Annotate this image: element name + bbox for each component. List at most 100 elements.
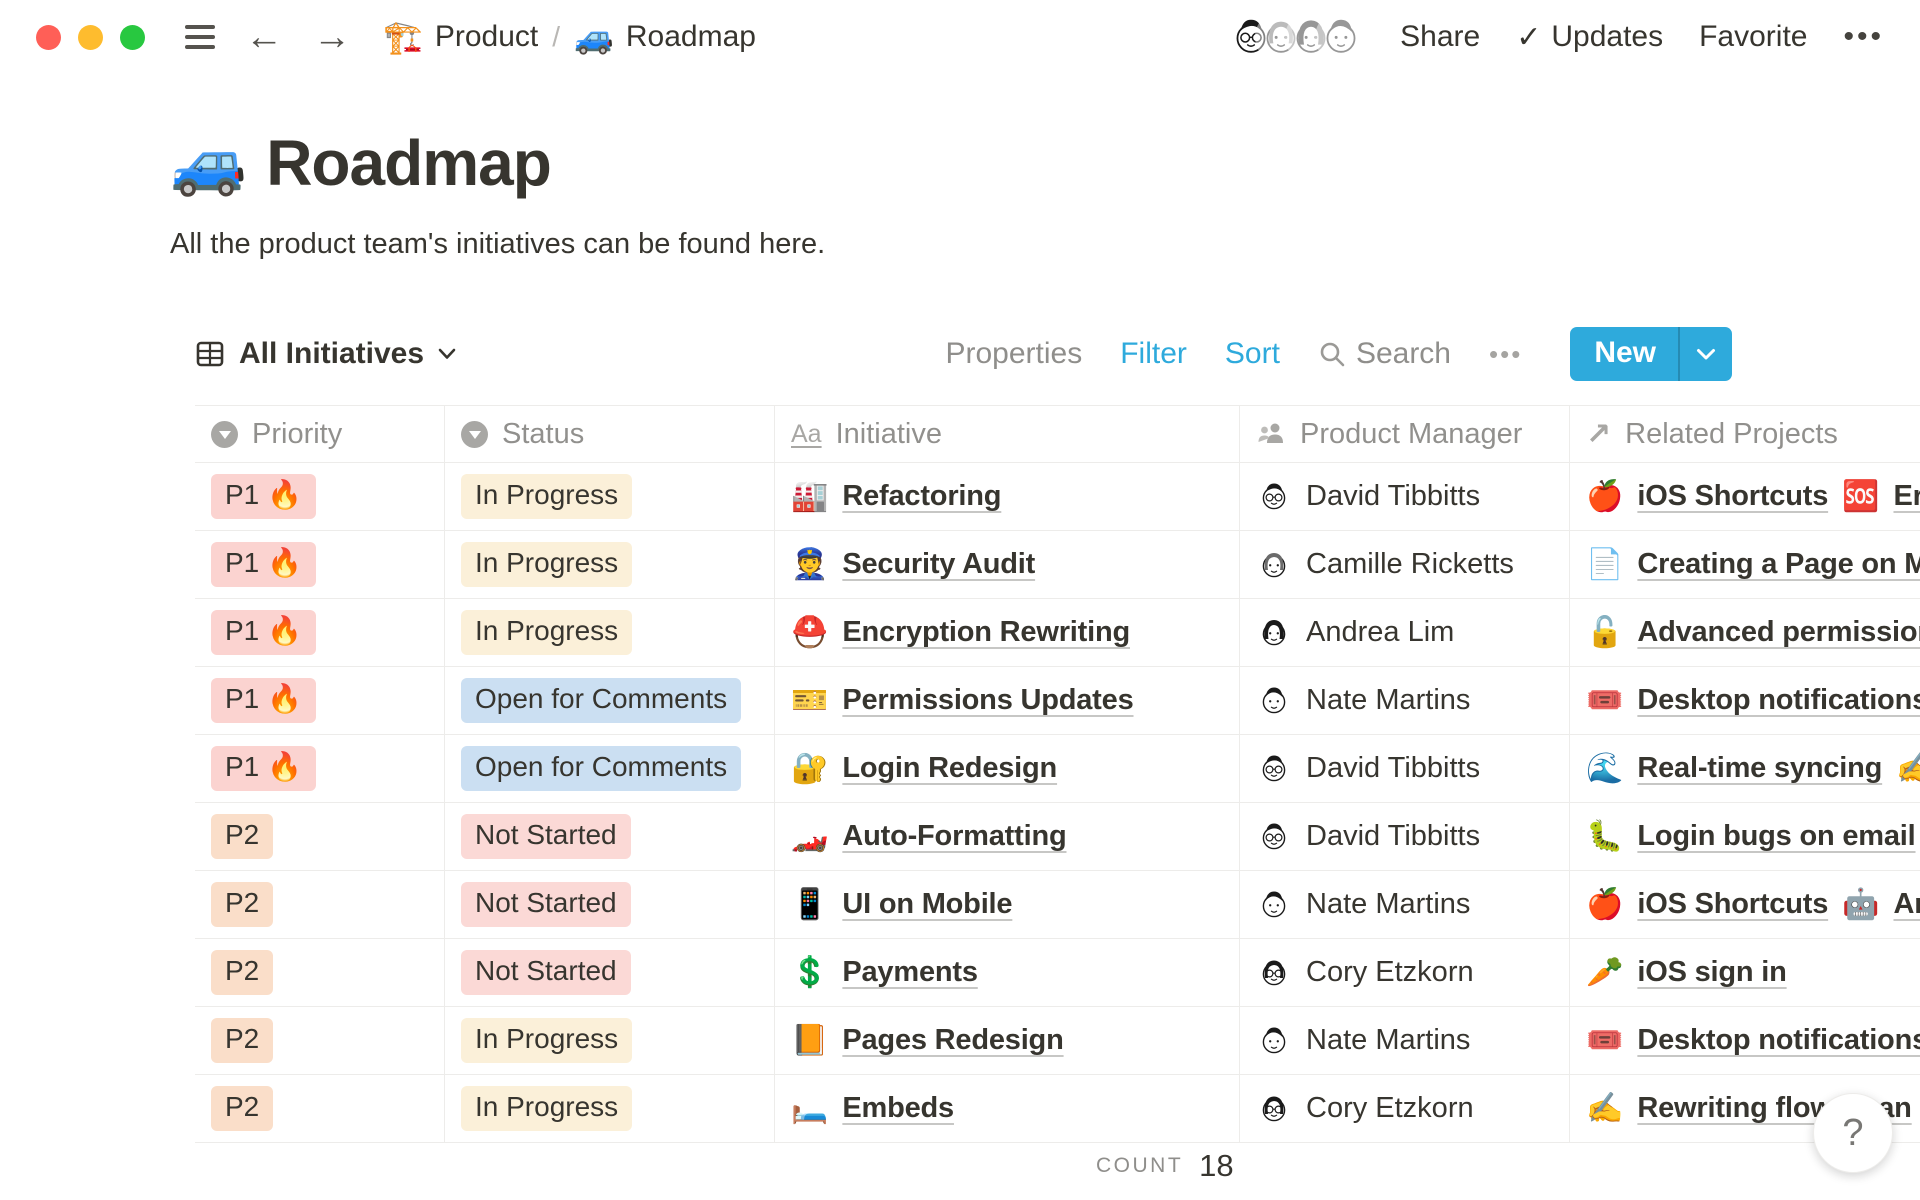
initiative-page-link[interactable]: 💲Payments: [791, 955, 978, 990]
priority-badge[interactable]: P1 🔥: [211, 542, 316, 586]
breadcrumb-item-roadmap[interactable]: 🚙 Roadmap: [574, 18, 756, 56]
table-row[interactable]: P2Not Started🏎️Auto-FormattingDavid Tibb…: [195, 803, 1920, 871]
table-row[interactable]: P1 🔥In Progress⛑️Encryption RewritingAnd…: [195, 599, 1920, 667]
priority-badge[interactable]: P1 🔥: [211, 746, 316, 790]
status-badge[interactable]: Open for Comments: [461, 678, 741, 722]
status-cell[interactable]: Not Started: [445, 871, 775, 938]
related-page-link[interactable]: 🔓Advanced permissions: [1586, 615, 1920, 650]
status-cell[interactable]: Not Started: [445, 939, 775, 1006]
product-manager-cell[interactable]: Camille Ricketts: [1240, 531, 1570, 598]
product-manager-cell[interactable]: Nate Martins: [1240, 667, 1570, 734]
breadcrumb-item-product[interactable]: 🏗️ Product: [383, 18, 538, 56]
initiative-page-link[interactable]: 🏎️Auto-Formatting: [791, 819, 1066, 854]
status-cell[interactable]: Not Started: [445, 803, 775, 870]
related-page-link[interactable]: 🎟️Desktop notifications: [1586, 683, 1920, 718]
initiative-cell[interactable]: 💲Payments: [775, 939, 1240, 1006]
status-badge[interactable]: Not Started: [461, 882, 631, 926]
status-badge[interactable]: In Progress: [461, 542, 632, 586]
person-chip[interactable]: David Tibbitts: [1256, 819, 1480, 855]
person-chip[interactable]: David Tibbitts: [1256, 751, 1480, 787]
filter-button[interactable]: Filter: [1120, 337, 1187, 371]
priority-cell[interactable]: P2: [195, 939, 445, 1006]
status-badge[interactable]: Not Started: [461, 814, 631, 858]
initiative-page-link[interactable]: 🛏️Embeds: [791, 1091, 954, 1126]
related-projects-cell[interactable]: 🔓Advanced permissions: [1570, 599, 1920, 666]
status-badge[interactable]: In Progress: [461, 1086, 632, 1130]
priority-badge[interactable]: P2: [211, 882, 273, 926]
product-manager-cell[interactable]: David Tibbitts: [1240, 803, 1570, 870]
related-page-link[interactable]: ✍️: [1896, 751, 1920, 786]
product-manager-cell[interactable]: Cory Etzkorn: [1240, 939, 1570, 1006]
priority-cell[interactable]: P2: [195, 1075, 445, 1142]
related-projects-cell[interactable]: 📄Creating a Page on Mobile: [1570, 531, 1920, 598]
table-row[interactable]: P1 🔥 In Progress 👮Security Audit Camille Ri…: [195, 531, 1920, 599]
related-projects-cell[interactable]: 🐛Login bugs on email🆘: [1570, 803, 1920, 870]
initiative-page-link[interactable]: 🔐Login Redesign: [791, 751, 1057, 786]
priority-cell[interactable]: P1 🔥: [195, 531, 445, 598]
status-cell[interactable]: Open for Comments: [445, 667, 775, 734]
initiative-page-link[interactable]: 👮Security Audit: [791, 547, 1035, 582]
product-manager-cell[interactable]: Nate Martins: [1240, 871, 1570, 938]
status-badge[interactable]: In Progress: [461, 474, 632, 518]
status-badge[interactable]: In Progress: [461, 610, 632, 654]
page-title-text[interactable]: Roadmap: [266, 126, 551, 200]
initiative-page-link[interactable]: 📙Pages Redesign: [791, 1023, 1064, 1058]
column-header-initiative[interactable]: AaInitiative: [775, 406, 1240, 462]
back-icon[interactable]: ←: [245, 18, 283, 56]
column-header-related-projects[interactable]: ↗Related Projects: [1570, 406, 1920, 462]
help-button[interactable]: ?: [1813, 1093, 1893, 1173]
related-page-link[interactable]: 🥕iOS sign in: [1586, 955, 1787, 990]
column-header-priority[interactable]: Priority: [195, 406, 445, 462]
status-badge[interactable]: Not Started: [461, 950, 631, 994]
status-badge[interactable]: Open for Comments: [461, 746, 741, 790]
column-header-product-manager[interactable]: Product Manager: [1240, 406, 1570, 462]
priority-badge[interactable]: P1 🔥: [211, 610, 316, 654]
related-page-link[interactable]: 🍎iOS Shortcuts: [1586, 887, 1828, 922]
table-row[interactable]: P2 In Progress 🛏️Embeds Cory Etzkorn ✍️Rewri…: [195, 1075, 1920, 1143]
initiative-cell[interactable]: 📱UI on Mobile: [775, 871, 1240, 938]
priority-cell[interactable]: P2: [195, 1007, 445, 1074]
share-button[interactable]: Share: [1400, 20, 1480, 54]
collaborator-avatar[interactable]: [1318, 14, 1364, 60]
related-projects-cell[interactable]: 🍎iOS Shortcuts🤖Android: [1570, 871, 1920, 938]
status-badge[interactable]: In Progress: [461, 1018, 632, 1062]
initiative-page-link[interactable]: ⛑️Encryption Rewriting: [791, 615, 1130, 650]
initiative-cell[interactable]: 🛏️Embeds: [775, 1075, 1240, 1142]
zoom-window-button[interactable]: [120, 25, 145, 50]
person-chip[interactable]: Cory Etzkorn: [1256, 955, 1474, 991]
table-row[interactable]: P1 🔥 Open for Comments 🎫Permissions Update…: [195, 667, 1920, 735]
related-projects-cell[interactable]: 🎟️Desktop notifications: [1570, 667, 1920, 734]
status-cell[interactable]: In Progress: [445, 463, 775, 530]
more-options-icon[interactable]: •••: [1843, 20, 1884, 54]
related-projects-cell[interactable]: 🌊Real-time syncing✍️: [1570, 735, 1920, 802]
sort-button[interactable]: Sort: [1225, 337, 1280, 371]
priority-cell[interactable]: P1 🔥: [195, 667, 445, 734]
collaborator-avatars[interactable]: [1228, 14, 1364, 60]
related-page-link[interactable]: ✍️Rewriting flow: [1586, 1091, 1833, 1126]
table-row[interactable]: P1 🔥In Progress🏭RefactoringDavid Tibbitt…: [195, 463, 1920, 531]
new-button-dropdown[interactable]: [1680, 327, 1732, 381]
person-chip[interactable]: David Tibbitts: [1256, 479, 1480, 515]
status-cell[interactable]: In Progress: [445, 1075, 775, 1142]
properties-button[interactable]: Properties: [946, 337, 1083, 371]
product-manager-cell[interactable]: David Tibbitts: [1240, 463, 1570, 530]
status-cell[interactable]: In Progress: [445, 1007, 775, 1074]
priority-badge[interactable]: P2: [211, 950, 273, 994]
product-manager-cell[interactable]: Cory Etzkorn: [1240, 1075, 1570, 1142]
initiative-cell[interactable]: 🏎️Auto-Formatting: [775, 803, 1240, 870]
priority-badge[interactable]: P2: [211, 1018, 273, 1062]
table-row[interactable]: P1 🔥 Open for Comments 🔐Login Redesign Davi…: [195, 735, 1920, 803]
search-button[interactable]: Search: [1318, 337, 1451, 371]
minimize-window-button[interactable]: [78, 25, 103, 50]
initiative-cell[interactable]: 🎫Permissions Updates: [775, 667, 1240, 734]
priority-cell[interactable]: P1 🔥: [195, 599, 445, 666]
updates-button[interactable]: ✓ Updates: [1516, 20, 1663, 55]
priority-badge[interactable]: P1 🔥: [211, 678, 316, 722]
related-page-link[interactable]: 🐛Login bugs on email: [1586, 819, 1916, 854]
initiative-cell[interactable]: 📙Pages Redesign: [775, 1007, 1240, 1074]
page-description[interactable]: All the product team's initiatives can b…: [170, 228, 1920, 261]
initiative-cell[interactable]: ⛑️Encryption Rewriting: [775, 599, 1240, 666]
status-cell[interactable]: In Progress: [445, 531, 775, 598]
related-page-link[interactable]: 🆘Errors: [1842, 479, 1920, 514]
priority-cell[interactable]: P1 🔥: [195, 735, 445, 802]
